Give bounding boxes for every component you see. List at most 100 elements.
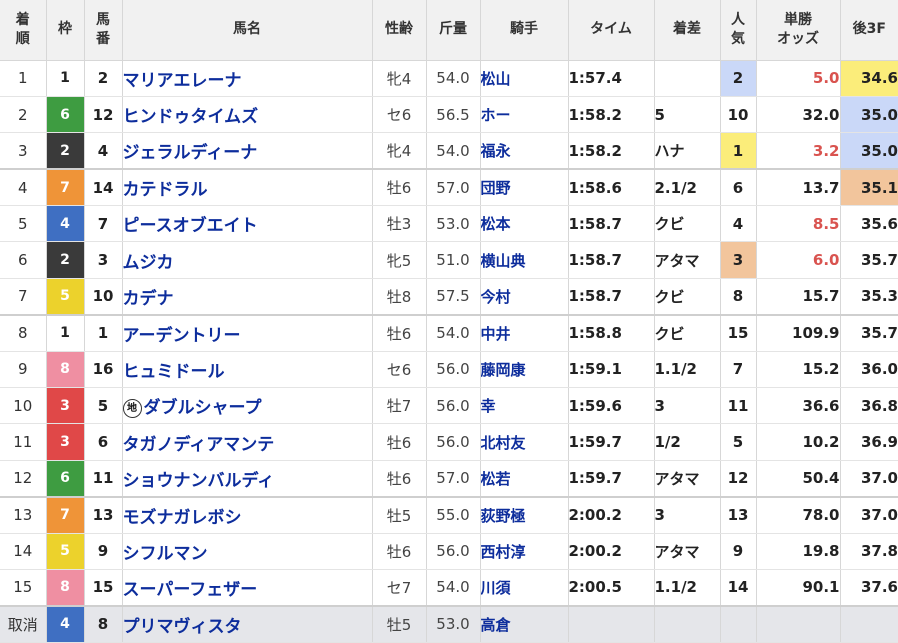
weight-cell: 57.0 bbox=[426, 460, 481, 498]
odds-cell: 15.2 bbox=[756, 351, 841, 389]
last3f-cell: 35.3 bbox=[840, 278, 898, 316]
horse-name-link[interactable]: マリアエレーナ bbox=[122, 60, 373, 97]
horse-name-link[interactable]: プリマヴィスタ bbox=[122, 604, 373, 643]
rank-cell: 13 bbox=[0, 495, 47, 534]
table-row: 2 6 12 ヒンドゥタイムズ セ6 56.5 ホー 1:58.2 5 10 32.0 35.0 bbox=[0, 96, 898, 134]
sex-age-cell: セ7 bbox=[372, 569, 427, 607]
time-cell: 2:00.2 bbox=[568, 495, 655, 534]
time-cell: 1:58.7 bbox=[568, 241, 655, 279]
odds-cell: 5.0 bbox=[756, 60, 841, 97]
horse-name-link[interactable]: ジェラルディーナ bbox=[122, 132, 373, 170]
horse-name-link[interactable]: ピースオブエイト bbox=[122, 205, 373, 243]
weight-cell: 53.0 bbox=[426, 205, 481, 243]
sex-age-cell: 牡8 bbox=[372, 278, 427, 316]
header-popularity[interactable]: 人気 bbox=[720, 0, 757, 61]
waku-cell: 7 bbox=[46, 168, 85, 207]
waku-cell: 7 bbox=[46, 495, 85, 534]
horse-name-link[interactable]: 地ダブルシャープ bbox=[122, 387, 373, 425]
horse-name-text: ヒュミドール bbox=[122, 361, 225, 382]
horse-name-link[interactable]: スーパーフェザー bbox=[122, 569, 373, 607]
header-jockey[interactable]: 騎手 bbox=[480, 0, 569, 61]
margin-cell bbox=[654, 604, 721, 643]
waku-cell: 3 bbox=[46, 423, 85, 461]
horse-name-link[interactable]: カテドラル bbox=[122, 168, 373, 207]
jockey-link[interactable]: 横山典 bbox=[480, 241, 569, 279]
jockey-link[interactable]: 西村淳 bbox=[480, 533, 569, 570]
header-sex-age[interactable]: 性齢 bbox=[372, 0, 427, 61]
horse-name-link[interactable]: ヒュミドール bbox=[122, 351, 373, 389]
jockey-link[interactable]: 幸 bbox=[480, 387, 569, 425]
waku-cell: 1 bbox=[46, 60, 85, 97]
time-cell: 1:58.7 bbox=[568, 205, 655, 243]
horse-name-link[interactable]: モズナガレボシ bbox=[122, 495, 373, 534]
horse-name-link[interactable]: アーデントリー bbox=[122, 313, 373, 352]
horse-name-link[interactable]: シフルマン bbox=[122, 533, 373, 570]
odds-cell: 109.9 bbox=[756, 313, 841, 352]
horse-name-link[interactable]: ヒンドゥタイムズ bbox=[122, 96, 373, 134]
header-odds[interactable]: 単勝 オッズ bbox=[756, 0, 841, 61]
horse-name-text: タガノディアマンテ bbox=[122, 434, 275, 455]
time-cell: 1:59.7 bbox=[568, 460, 655, 498]
horse-name-link[interactable]: カデナ bbox=[122, 278, 373, 316]
last3f-cell: 35.7 bbox=[840, 313, 898, 352]
jockey-link[interactable]: 今村 bbox=[480, 278, 569, 316]
popularity-cell: 13 bbox=[720, 495, 757, 534]
waku-cell: 2 bbox=[46, 241, 85, 279]
table-row: 8 1 1 アーデントリー 牡6 54.0 中井 1:58.8 クビ 15 109.9 35.7 bbox=[0, 313, 898, 352]
horse-name-link[interactable]: ムジカ bbox=[122, 241, 373, 279]
popularity-cell: 7 bbox=[720, 351, 757, 389]
jockey-link[interactable]: 福永 bbox=[480, 132, 569, 170]
table-row: 3 2 4 ジェラルディーナ 牝4 54.0 福永 1:58.2 ハナ 1 3.2 35.0 bbox=[0, 132, 898, 170]
jockey-link[interactable]: 高倉 bbox=[480, 604, 569, 643]
jockey-link[interactable]: 藤岡康 bbox=[480, 351, 569, 389]
jockey-link[interactable]: 団野 bbox=[480, 168, 569, 207]
margin-cell: 2.1/2 bbox=[654, 168, 721, 207]
jockey-link[interactable]: 北村友 bbox=[480, 423, 569, 461]
header-horse-name[interactable]: 馬名 bbox=[122, 0, 373, 61]
popularity-cell: 1 bbox=[720, 132, 757, 170]
waku-cell: 6 bbox=[46, 460, 85, 498]
sex-age-cell: 牡7 bbox=[372, 387, 427, 425]
jockey-link[interactable]: 松若 bbox=[480, 460, 569, 498]
header-waku[interactable]: 枠 bbox=[46, 0, 85, 61]
umaban-cell: 2 bbox=[84, 60, 123, 97]
jockey-link[interactable]: 川須 bbox=[480, 569, 569, 607]
popularity-cell: 10 bbox=[720, 96, 757, 134]
header-last3f[interactable]: 後3F bbox=[840, 0, 898, 61]
umaban-cell: 16 bbox=[84, 351, 123, 389]
popularity-cell: 12 bbox=[720, 460, 757, 498]
popularity-cell: 5 bbox=[720, 423, 757, 461]
table-row: 5 4 7 ピースオブエイト 牡3 53.0 松本 1:58.7 クビ 4 8.5 35.6 bbox=[0, 205, 898, 243]
jockey-link[interactable]: 松山 bbox=[480, 60, 569, 97]
horse-name-text: モズナガレボシ bbox=[122, 507, 242, 528]
weight-cell: 54.0 bbox=[426, 60, 481, 97]
horse-name-link[interactable]: ショウナンバルディ bbox=[122, 460, 373, 498]
weight-cell: 56.0 bbox=[426, 387, 481, 425]
popularity-cell: 3 bbox=[720, 241, 757, 279]
popularity-cell: 9 bbox=[720, 533, 757, 570]
odds-cell bbox=[756, 604, 841, 643]
header-umaban[interactable]: 馬番 bbox=[84, 0, 123, 61]
table-row: 15 8 15 スーパーフェザー セ7 54.0 川須 2:00.5 1.1/2 14 90.1 37… bbox=[0, 569, 898, 607]
header-weight[interactable]: 斤量 bbox=[426, 0, 481, 61]
umaban-cell: 3 bbox=[84, 241, 123, 279]
horse-name-link[interactable]: タガノディアマンテ bbox=[122, 423, 373, 461]
header-rank[interactable]: 着順 bbox=[0, 0, 47, 61]
jockey-link[interactable]: 松本 bbox=[480, 205, 569, 243]
popularity-cell: 11 bbox=[720, 387, 757, 425]
header-margin[interactable]: 着差 bbox=[654, 0, 721, 61]
time-cell: 1:59.6 bbox=[568, 387, 655, 425]
last3f-cell bbox=[840, 604, 898, 643]
time-cell: 2:00.2 bbox=[568, 533, 655, 570]
weight-cell: 54.0 bbox=[426, 132, 481, 170]
waku-cell: 2 bbox=[46, 132, 85, 170]
margin-cell: アタマ bbox=[654, 241, 721, 279]
weight-cell: 56.0 bbox=[426, 351, 481, 389]
header-time[interactable]: タイム bbox=[568, 0, 655, 61]
table-row: 6 2 3 ムジカ 牝5 51.0 横山典 1:58.7 アタマ 3 6.0 35.7 bbox=[0, 241, 898, 279]
jockey-link[interactable]: 中井 bbox=[480, 313, 569, 352]
jockey-link[interactable]: ホー bbox=[480, 96, 569, 134]
sex-age-cell: 牡6 bbox=[372, 313, 427, 352]
rank-cell: 11 bbox=[0, 423, 47, 461]
jockey-link[interactable]: 荻野極 bbox=[480, 495, 569, 534]
